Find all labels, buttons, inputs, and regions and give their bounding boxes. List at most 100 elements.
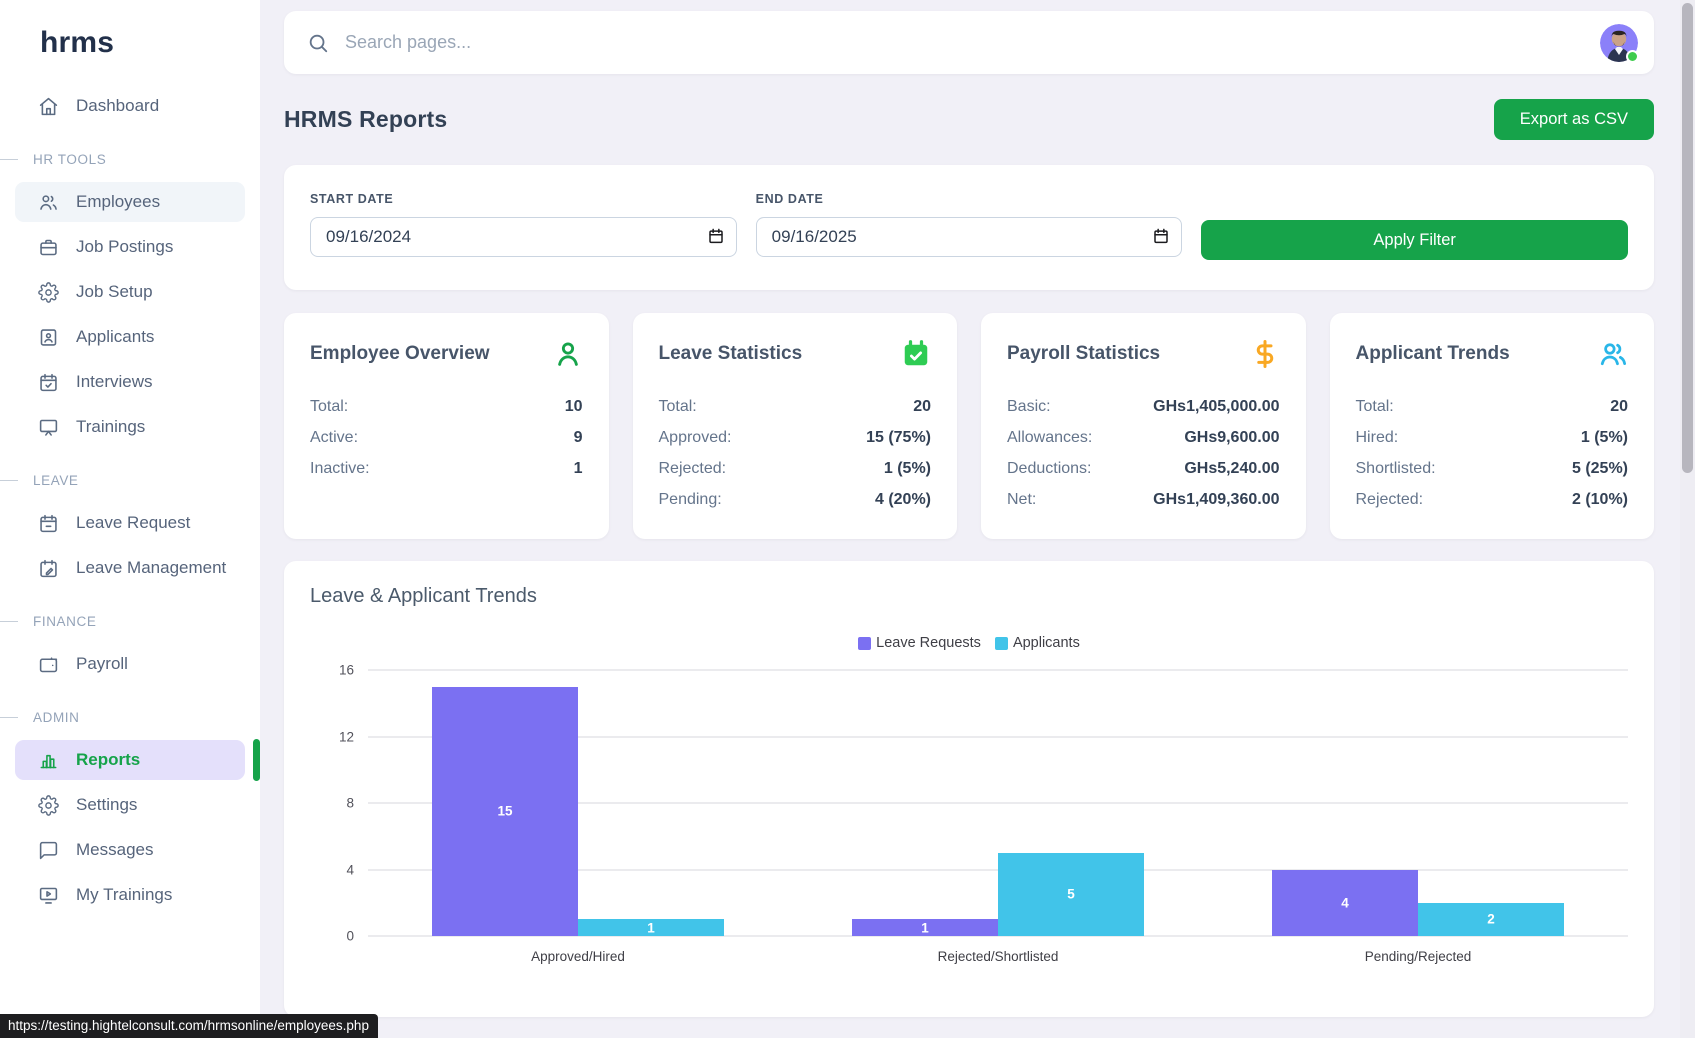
presentation-icon xyxy=(38,417,59,438)
bar-group-1: 151 xyxy=(368,670,788,936)
active-item-indicator xyxy=(253,739,260,781)
stat-row: Total: 10 xyxy=(310,398,583,416)
sidebar-section-label: ADMIN xyxy=(0,706,260,728)
section-divider xyxy=(0,717,18,718)
legend-item[interactable]: Leave Requests xyxy=(858,635,981,651)
main-content: HRMS Reports Export as CSV START DATE EN… xyxy=(260,0,1695,1038)
y-tick-label: 12 xyxy=(339,729,354,744)
stat-label: Hired: xyxy=(1356,429,1399,447)
sidebar-item-label: Applicants xyxy=(76,327,154,347)
sidebar-item-job-setup[interactable]: Job Setup xyxy=(15,272,245,312)
sidebar-item-my-trainings[interactable]: My Trainings xyxy=(15,875,245,915)
user-avatar[interactable] xyxy=(1600,24,1638,62)
sidebar-item-dashboard[interactable]: Dashboard xyxy=(15,86,245,126)
top-search-bar xyxy=(284,11,1654,74)
bar-value-label: 2 xyxy=(1418,912,1564,927)
section-divider xyxy=(0,480,18,481)
bar-value-label: 1 xyxy=(578,920,724,935)
stat-label: Pending: xyxy=(659,491,722,509)
stat-card-payroll-statistics: Payroll StatisticsBasic:GHs1,405,000.00A… xyxy=(981,313,1306,539)
sidebar-item-leave-management[interactable]: Leave Management xyxy=(15,548,245,588)
search-icon xyxy=(307,32,329,54)
stat-card-title: Applicant Trends xyxy=(1356,339,1510,365)
sidebar-item-messages[interactable]: Messages xyxy=(15,830,245,870)
end-date-input[interactable] xyxy=(756,217,1183,257)
x-category-label: Pending/Rejected xyxy=(1208,949,1628,964)
stat-value: 1 (5%) xyxy=(884,460,931,478)
stat-value: GHs1,409,360.00 xyxy=(1153,491,1279,509)
stat-value: 4 (20%) xyxy=(875,491,931,509)
sidebar-item-label: Dashboard xyxy=(76,96,159,116)
dollar-icon xyxy=(1250,339,1280,374)
stat-label: Shortlisted: xyxy=(1356,460,1436,478)
stat-label: Rejected: xyxy=(1356,491,1424,509)
app-logo: hrms xyxy=(0,0,260,60)
sidebar-item-label: Reports xyxy=(76,750,140,770)
scrollbar-track[interactable] xyxy=(1680,0,1695,1038)
bar-applicants: 2 xyxy=(1418,903,1564,936)
bar-leave-requests: 4 xyxy=(1272,870,1418,937)
legend-item[interactable]: Applicants xyxy=(995,635,1080,651)
scrollbar-thumb[interactable] xyxy=(1682,3,1693,473)
id-badge-icon xyxy=(38,327,59,348)
stat-value: 2 (10%) xyxy=(1572,491,1628,509)
chart-title: Leave & Applicant Trends xyxy=(310,585,1628,608)
sidebar-item-label: Messages xyxy=(76,840,153,860)
sidebar-nav: DashboardHR TOOLSEmployeesJob PostingsJo… xyxy=(0,86,260,915)
stat-card-title: Payroll Statistics xyxy=(1007,339,1160,365)
stat-row: Total:20 xyxy=(659,398,932,416)
stat-row: Rejected:1 (5%) xyxy=(659,460,932,478)
search-input[interactable] xyxy=(345,32,1600,53)
stat-row: Pending: 4 (20%) xyxy=(659,491,932,509)
section-divider xyxy=(0,159,18,160)
y-tick-label: 8 xyxy=(346,796,354,811)
apply-filter-button[interactable]: Apply Filter xyxy=(1201,220,1628,260)
legend-swatch xyxy=(858,637,871,650)
stat-value: 20 xyxy=(913,398,931,416)
date-filter-card: START DATE END DATE Apply Filter xyxy=(284,165,1654,290)
end-date-label: END DATE xyxy=(756,192,1183,206)
stat-value: 10 xyxy=(565,398,583,416)
chart-y-axis: 0481216 xyxy=(310,670,368,936)
export-csv-button[interactable]: Export as CSV xyxy=(1494,99,1654,140)
briefcase-icon xyxy=(38,237,59,258)
stat-label: Basic: xyxy=(1007,398,1051,416)
sidebar-item-interviews[interactable]: Interviews xyxy=(15,362,245,402)
sidebar-item-reports[interactable]: Reports xyxy=(15,740,245,780)
trends-chart-card: Leave & Applicant Trends Leave Requests A… xyxy=(284,561,1654,1017)
bar-value-label: 5 xyxy=(998,887,1144,902)
stat-value: 1 xyxy=(574,460,583,478)
stat-label: Total: xyxy=(1356,398,1394,416)
sidebar-item-label: Leave Request xyxy=(76,513,190,533)
sidebar-item-employees[interactable]: Employees xyxy=(15,182,245,222)
sidebar-item-label: Job Postings xyxy=(76,237,173,257)
users-icon xyxy=(38,192,59,213)
section-divider xyxy=(0,621,18,622)
start-date-input[interactable] xyxy=(310,217,737,257)
stat-row: Net:GHs1,409,360.00 xyxy=(1007,491,1280,509)
sidebar-item-label: Job Setup xyxy=(76,282,153,302)
stat-row: Inactive:1 xyxy=(310,460,583,478)
sidebar-item-trainings[interactable]: Trainings xyxy=(15,407,245,447)
status-url-bar: https://testing.hightelconsult.com/hrmso… xyxy=(0,1014,378,1038)
stat-label: Total: xyxy=(310,398,348,416)
sidebar-item-label: Interviews xyxy=(76,372,153,392)
sidebar-item-applicants[interactable]: Applicants xyxy=(15,317,245,357)
sidebar-item-leave-request[interactable]: Leave Request xyxy=(15,503,245,543)
bar-chart-icon xyxy=(38,750,59,771)
chart-x-labels: Approved/HiredRejected/ShortlistedPendin… xyxy=(368,949,1628,964)
sidebar-item-job-postings[interactable]: Job Postings xyxy=(15,227,245,267)
sidebar-item-settings[interactable]: Settings xyxy=(15,785,245,825)
stat-card-applicant-trends: Applicant TrendsTotal:20Hired:1 (5%)Shor… xyxy=(1330,313,1655,539)
sidebar-item-label: Employees xyxy=(76,192,160,212)
stat-value: 15 (75%) xyxy=(866,429,931,447)
y-tick-label: 4 xyxy=(346,862,354,877)
legend-label: Leave Requests xyxy=(876,635,981,651)
calendar-check-filled-icon xyxy=(901,339,931,374)
screen-play-icon xyxy=(38,885,59,906)
page-title: HRMS Reports xyxy=(284,106,447,133)
sidebar-section-label: LEAVE xyxy=(0,469,260,491)
stat-row: Allowances:GHs9,600.00 xyxy=(1007,429,1280,447)
sidebar-item-payroll[interactable]: Payroll xyxy=(15,644,245,684)
calendar-minus-icon xyxy=(38,513,59,534)
